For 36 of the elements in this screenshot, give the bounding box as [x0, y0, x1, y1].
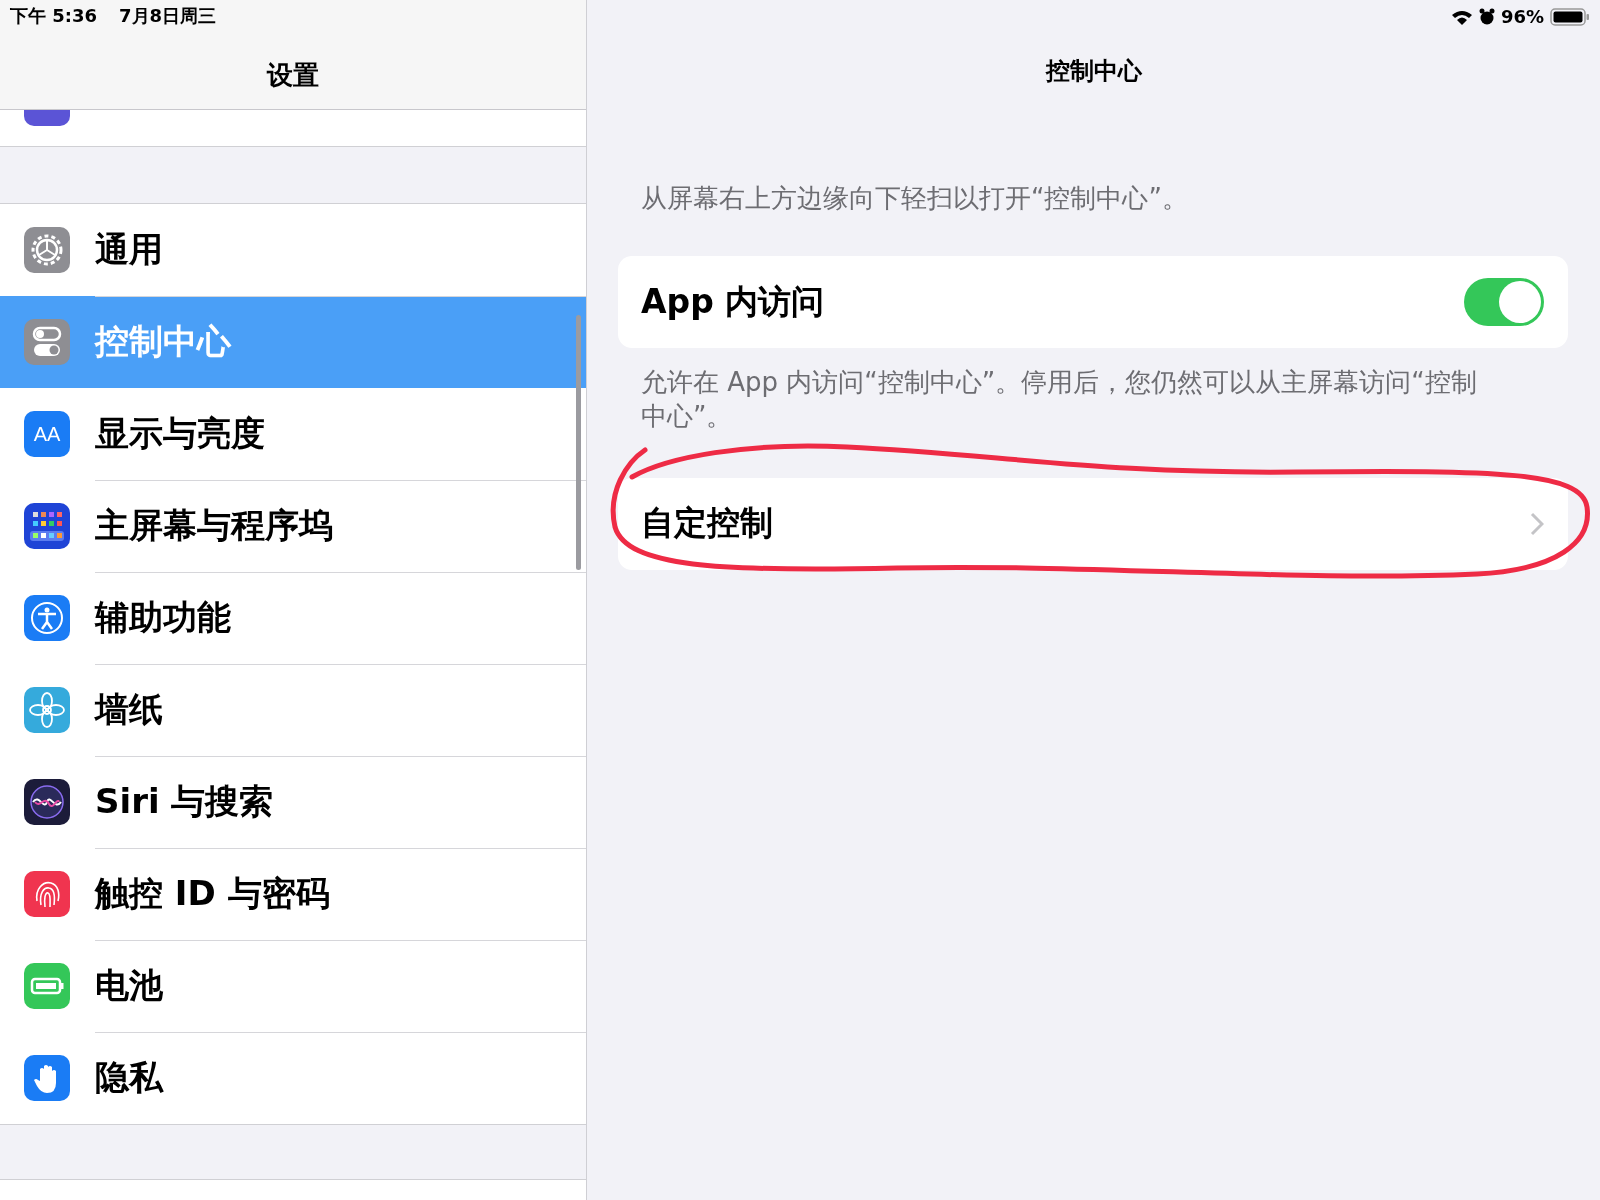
description-text: 从屏幕右上方边缘向下轻扫以打开“控制中心”。: [641, 182, 1189, 215]
toggle-switch[interactable]: [1464, 278, 1544, 326]
sidebar-item-label: 触控 ID 与密码: [95, 872, 330, 915]
list-row[interactable]: [0, 110, 586, 147]
sidebar-item-label: 隐私: [95, 1056, 163, 1099]
sidebar-item-label: Siri 与搜索: [95, 780, 274, 823]
sidebar-title: 设置: [265, 59, 320, 92]
sidebar-item-label: 辅助功能: [95, 596, 231, 639]
chevron-icon: [1530, 511, 1544, 536]
switches-icon: [24, 319, 70, 365]
sidebar-item-label: 控制中心: [95, 320, 231, 363]
sidebar-item-label: 电池: [95, 964, 163, 1007]
status-date: 7月8日周三: [119, 4, 217, 28]
grid-icon: [24, 503, 70, 549]
status-time: 下午 5:36: [10, 4, 98, 28]
sidebar-item-label: 通用: [95, 228, 163, 271]
setting-label: App 内访问: [641, 280, 825, 323]
scroll-bar[interactable]: [576, 315, 581, 570]
accessibility-icon: [24, 595, 70, 641]
alarm-clock-icon: [1478, 7, 1495, 26]
battery-icon: [24, 963, 70, 1009]
sidebar-item-label: 墙纸: [95, 688, 163, 731]
gear-icon: [24, 227, 70, 273]
flower-icon: [24, 687, 70, 733]
navigation-row[interactable]: 自定控制: [618, 477, 1568, 570]
siri-icon: [24, 779, 70, 825]
page-title: 控制中心: [1044, 56, 1143, 87]
wifi-icon: [1450, 8, 1473, 25]
footer-text: 允许在 App 内访问“控制中心”。停用后，您仍然可以从主屏幕访问“控制中心”。: [641, 366, 1478, 433]
battery-percentage: 96%: [1500, 6, 1544, 27]
text-size-icon: AA: [24, 411, 70, 457]
sidebar-item-label: 显示与亮度: [95, 412, 265, 455]
battery-icon: [1550, 7, 1590, 26]
fingerprint-icon: [24, 871, 70, 917]
sidebar-item-label: 主屏幕与程序坞: [95, 504, 333, 547]
hand-icon: [24, 1055, 70, 1101]
